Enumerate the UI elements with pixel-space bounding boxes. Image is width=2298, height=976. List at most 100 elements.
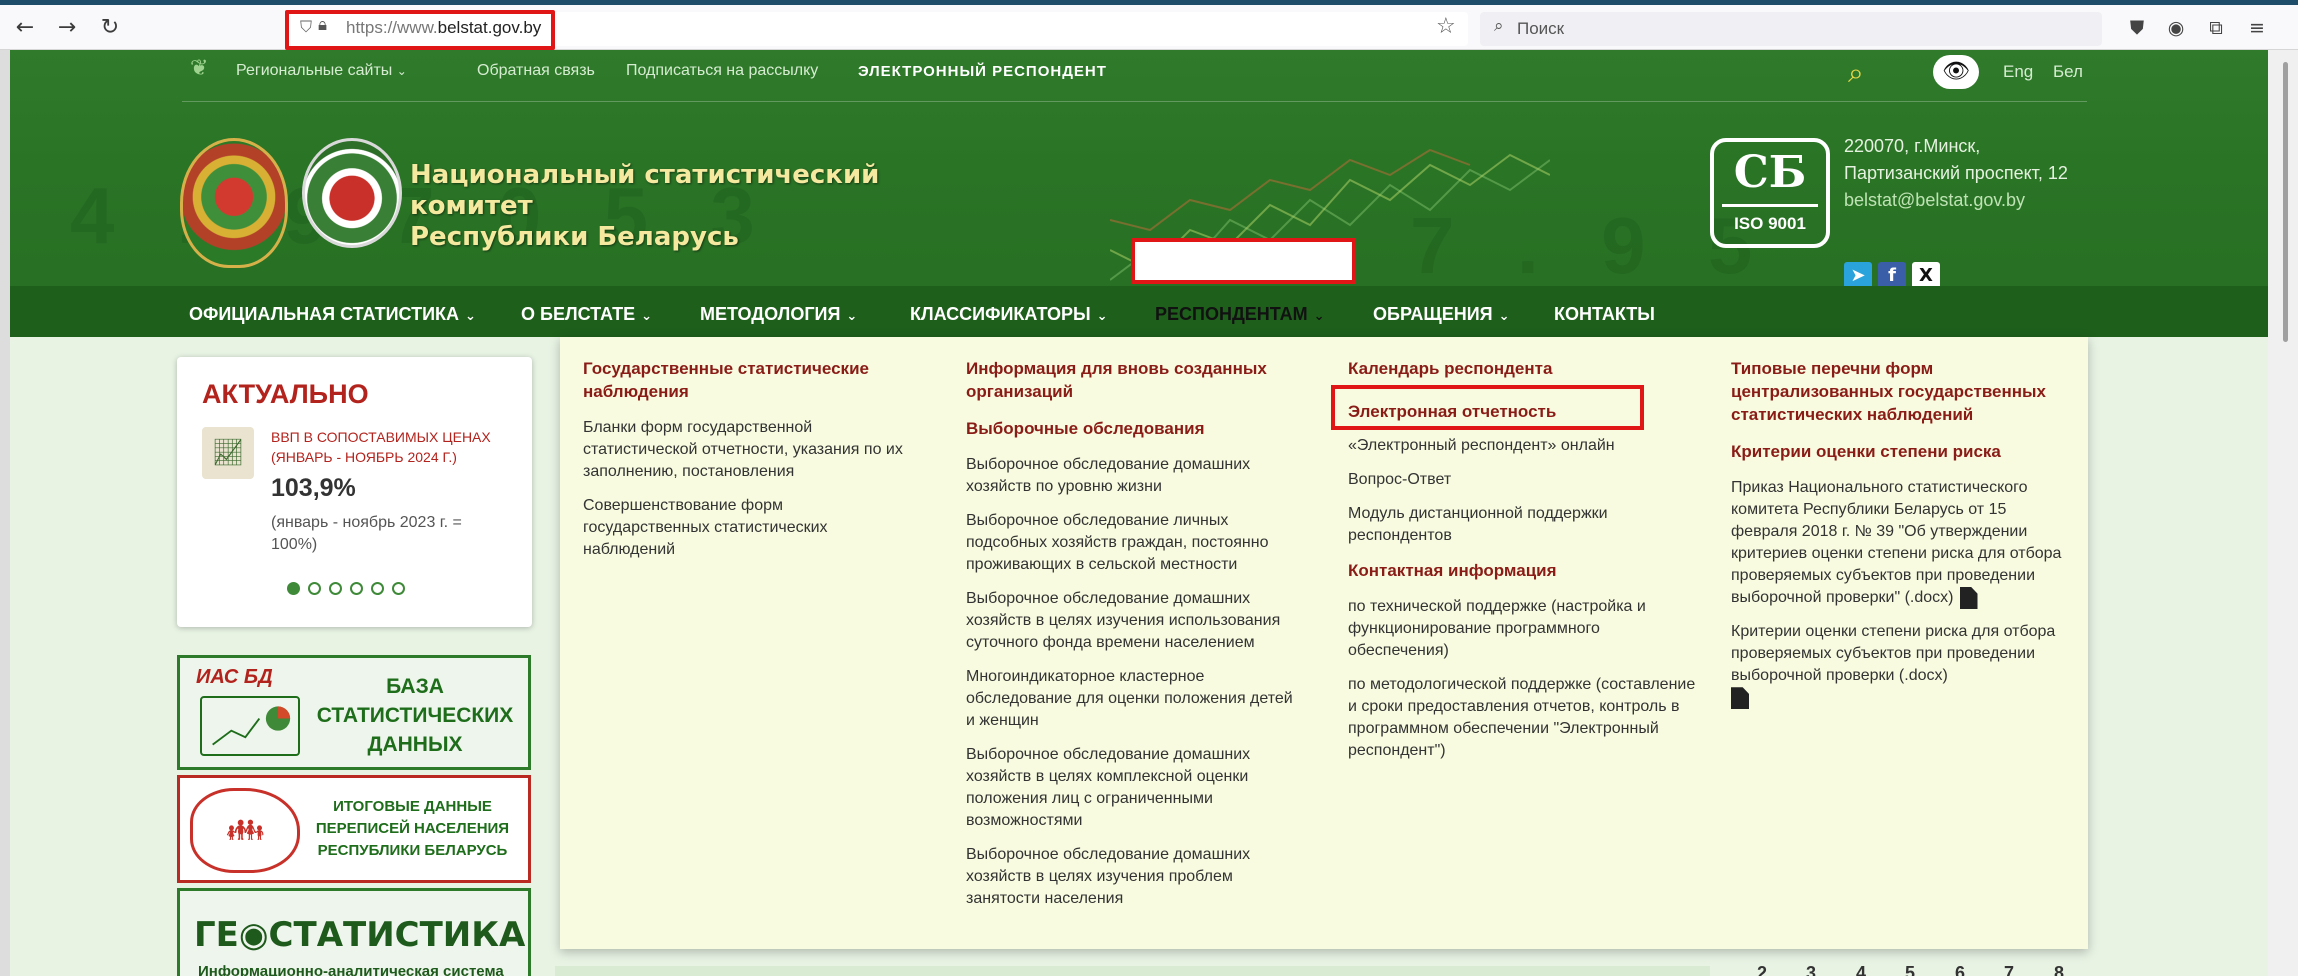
- e-respondent-link[interactable]: ЭЛЕКТРОННЫЙ РЕСПОНДЕНТ: [858, 63, 1107, 80]
- nav-contacts[interactable]: КОНТАКТЫ: [1554, 304, 1655, 325]
- aktual-value: 103,9%: [271, 474, 356, 502]
- browser-toolbar: ← → ↻ ⛉ 🔒︎ https://www.belstat.gov.by ☆ …: [0, 5, 2298, 50]
- dd-link[interactable]: Выборочное обследование личных подсобных…: [966, 510, 1306, 576]
- topbar-divider: [182, 101, 2087, 102]
- nav-methodology[interactable]: МЕТОДОЛОГИЯ ⌄: [700, 304, 857, 325]
- carousel-dot[interactable]: [350, 582, 363, 595]
- carousel-dots: [287, 582, 413, 598]
- dd-link[interactable]: Вопрос-Ответ: [1348, 469, 1698, 491]
- carousel-dot[interactable]: [392, 582, 405, 595]
- carousel-dot[interactable]: [287, 582, 300, 595]
- dd-head-risk-criteria[interactable]: Критерии оценки степени риска: [1731, 440, 2076, 463]
- dd-head-observations[interactable]: Государственные статистические наблюдени…: [583, 357, 913, 403]
- back-button[interactable]: ←: [10, 13, 40, 43]
- geostatistics-banner[interactable]: ГЕ◉СТАТИСТИКА Информационно-аналитическа…: [177, 888, 531, 976]
- chart-growth-icon: 📈︎: [202, 427, 254, 479]
- dd-head-typical-forms[interactable]: Типовые перечни форм централизованных го…: [1731, 357, 2076, 426]
- dd-link[interactable]: Выборочное обследование домашних хозяйст…: [966, 744, 1306, 832]
- lang-bel-link[interactable]: Бел: [2053, 62, 2083, 82]
- pager-item[interactable]: 2: [1757, 963, 1767, 976]
- content-strip: [555, 966, 1710, 976]
- nav-appeals[interactable]: ОБРАЩЕНИЯ ⌄: [1373, 304, 1510, 325]
- search-icon: ⌕: [1494, 16, 1504, 36]
- nav-about-belstat[interactable]: О БЕЛСТАТЕ ⌄: [521, 304, 652, 325]
- browser-search-box[interactable]: [1480, 12, 2102, 46]
- dd-doc-link[interactable]: Приказ Национального статистического ком…: [1731, 477, 2076, 609]
- dd-link[interactable]: Бланки форм государственной статистическ…: [583, 417, 913, 483]
- site-search-icon[interactable]: ⌕: [1848, 56, 1864, 90]
- accessibility-eye-icon[interactable]: 👁︎: [1933, 55, 1979, 89]
- aktual-link[interactable]: ВВП В СОПОСТАВИМЫХ ЦЕНАХ (ЯНВАРЬ - НОЯБР…: [271, 427, 516, 467]
- database-title: БАЗА СТАТИСТИЧЕСКИХ ДАННЫХ: [316, 675, 514, 756]
- regional-sites-link[interactable]: Региональные сайты ⌄: [236, 62, 407, 80]
- document-icon[interactable]: [1959, 587, 1978, 609]
- dd-link[interactable]: «Электронный респондент» онлайн: [1348, 435, 1698, 457]
- nav-classifiers[interactable]: КЛАССИФИКАТОРЫ ⌄: [910, 304, 1108, 325]
- census-title: ИТОГОВЫЕ ДАННЫЕ ПЕРЕПИСЕЙ НАСЕЛЕНИЯ РЕСП…: [315, 798, 510, 859]
- dd-head-calendar[interactable]: Календарь респондента: [1348, 357, 1698, 380]
- dropdown-col-new-orgs: Информация для вновь созданных организац…: [966, 357, 1306, 922]
- dd-link[interactable]: Совершенствование форм государственных с…: [583, 495, 913, 561]
- pocket-icon[interactable]: ⛊: [2124, 15, 2150, 41]
- carousel-dot[interactable]: [371, 582, 384, 595]
- page-left-edge: [0, 50, 10, 976]
- aktual-note: (январь - ноябрь 2023 г. = 100%): [271, 514, 462, 553]
- family-map-icon: 👪︎: [190, 788, 300, 873]
- dropdown-col-forms: Типовые перечни форм централизованных го…: [1731, 357, 2076, 721]
- dropdown-col-observations: Государственные статистические наблюдени…: [583, 357, 913, 573]
- carousel-dot[interactable]: [329, 582, 342, 595]
- menu-icon[interactable]: ≡: [2244, 15, 2270, 41]
- iso-9001-badge: СБ ISO 9001: [1710, 138, 1830, 248]
- ias-tag: ИАС БД: [196, 666, 273, 688]
- dd-link[interactable]: Модуль дистанционной поддержки респонден…: [1348, 503, 1698, 547]
- address-line-2: Партизанский проспект, 12: [1844, 163, 2068, 183]
- geostatistics-subtitle: Информационно-аналитическая система: [198, 963, 504, 976]
- lang-eng-link[interactable]: Eng: [2003, 62, 2033, 82]
- nav-respondents[interactable]: РЕСПОНДЕНТАМ ⌄: [1155, 304, 1325, 325]
- feedback-link[interactable]: Обратная связь: [477, 62, 595, 80]
- dd-head-sample-surveys[interactable]: Выборочные обследования: [966, 417, 1306, 440]
- nav-active-highlight: [1131, 238, 1356, 284]
- dd-head-contacts[interactable]: Контактная информация: [1348, 559, 1698, 582]
- aktual-title: АКТУАЛЬНО: [202, 379, 369, 409]
- dd-link[interactable]: по методологической поддержке (составлен…: [1348, 674, 1698, 762]
- dd-doc-link[interactable]: Критерии оценки степени риска для отбора…: [1731, 621, 2076, 710]
- url-text[interactable]: https://www.belstat.gov.by: [346, 18, 541, 38]
- dd-link[interactable]: Многоиндикаторное кластерное обследовани…: [966, 666, 1306, 732]
- pager-item[interactable]: 8: [2054, 963, 2064, 976]
- pager-item[interactable]: 3: [1806, 963, 1816, 976]
- document-icon[interactable]: [1731, 687, 1749, 710]
- browser-search-placeholder: Поиск: [1517, 19, 1565, 38]
- pager-item[interactable]: 6: [1955, 963, 1965, 976]
- forward-button[interactable]: →: [52, 13, 82, 43]
- pager-item[interactable]: 5: [1905, 963, 1915, 976]
- bookmark-star-icon[interactable]: ☆: [1436, 14, 1456, 39]
- scrollbar-thumb[interactable]: [2283, 62, 2288, 342]
- census-banner[interactable]: 👪︎ ИТОГОВЫЕ ДАННЫЕ ПЕРЕПИСЕЙ НАСЕЛЕНИЯ Р…: [177, 775, 531, 883]
- dd-link[interactable]: по технической поддержке (настройка и фу…: [1348, 596, 1698, 662]
- carousel-dot[interactable]: [308, 582, 321, 595]
- email-link[interactable]: belstat@belstat.gov.by: [1844, 190, 2025, 211]
- database-banner[interactable]: ИАС БД БАЗА СТАТИСТИЧЕСКИХ ДАННЫХ: [177, 655, 531, 770]
- shield-icon[interactable]: ⛉: [300, 17, 312, 37]
- respondents-dropdown: Государственные статистические наблюдени…: [560, 337, 2088, 949]
- lock-icon[interactable]: 🔒︎: [318, 15, 327, 35]
- extensions-icon[interactable]: ⧉: [2203, 15, 2229, 41]
- database-chart-icon: [200, 696, 300, 756]
- dd-link[interactable]: Выборочное обследование домашних хозяйст…: [966, 844, 1306, 910]
- dd-head-new-orgs[interactable]: Информация для вновь созданных организац…: [966, 357, 1306, 403]
- subscribe-link[interactable]: Подписаться на рассылку: [626, 62, 818, 80]
- nav-official-statistics[interactable]: ОФИЦИАЛЬНАЯ СТАТИСТИКА ⌄: [189, 304, 476, 325]
- org-name[interactable]: Национальный статистический комитет Респ…: [410, 160, 1010, 253]
- address-line-1: 220070, г.Минск,: [1844, 136, 1981, 156]
- belstat-logo[interactable]: [302, 138, 402, 248]
- dd-link[interactable]: Выборочное обследование домашних хозяйст…: [966, 588, 1306, 654]
- state-emblem: [180, 138, 288, 268]
- leaf-icon: ❦: [190, 56, 209, 81]
- pager-item[interactable]: 4: [1856, 963, 1866, 976]
- pager-item[interactable]: 7: [2004, 963, 2014, 976]
- geostatistics-title: ГЕ◉СТАТИСТИКА: [194, 915, 526, 955]
- account-icon[interactable]: ◉: [2163, 15, 2189, 41]
- dd-link[interactable]: Выборочное обследование домашних хозяйст…: [966, 454, 1306, 498]
- reload-button[interactable]: ↻: [95, 13, 125, 43]
